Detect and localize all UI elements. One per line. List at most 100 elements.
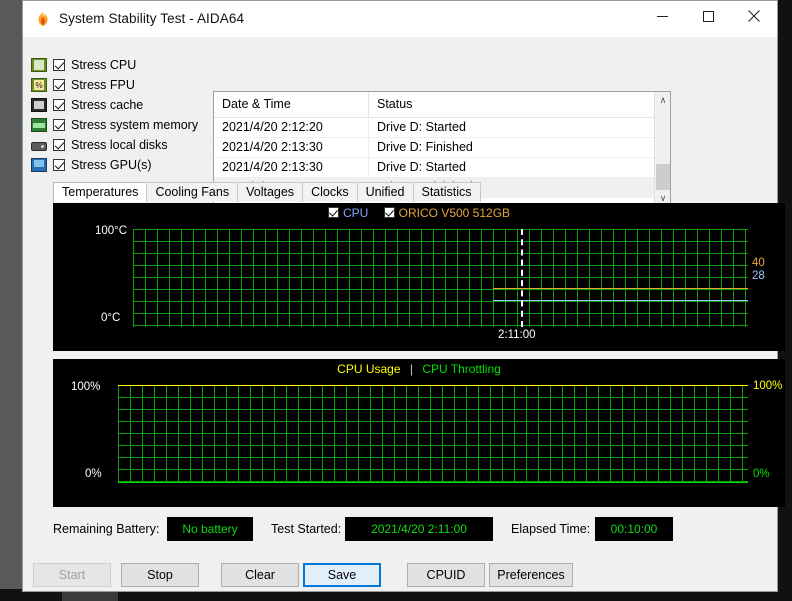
cell-status: Drive D: Started bbox=[377, 160, 466, 174]
cpu-chip-icon bbox=[31, 58, 47, 72]
series-line-cpu-throttling bbox=[118, 482, 748, 483]
elapsed-time-value: 00:10:00 bbox=[595, 517, 673, 541]
temperature-plot-area[interactable] bbox=[133, 229, 748, 327]
table-row[interactable]: 2021/4/20 2:13:30 Drive D: Started bbox=[214, 158, 670, 178]
stress-option-gpu[interactable]: Stress GPU(s) bbox=[31, 155, 201, 175]
window-title: System Stability Test - AIDA64 bbox=[59, 11, 245, 26]
tab-voltages[interactable]: Voltages bbox=[237, 182, 304, 202]
column-header-status: Status bbox=[377, 97, 413, 111]
gpu-monitor-icon bbox=[31, 158, 47, 172]
temperature-chart-legend: CPU ORICO V500 512GB bbox=[53, 206, 785, 220]
y-axis-top-left-label: 100% bbox=[71, 381, 101, 393]
cpu-usage-chart: CPU Usage | CPU Throttling 100% 0% 100% … bbox=[53, 359, 785, 507]
stop-button[interactable]: Stop bbox=[121, 563, 199, 587]
close-icon bbox=[748, 10, 760, 22]
battery-label: Remaining Battery: bbox=[53, 522, 160, 536]
aida64-stability-test-window: System Stability Test - AIDA64 Stress CP… bbox=[22, 0, 785, 592]
flame-icon bbox=[38, 12, 48, 26]
legend-item-cpu[interactable]: CPU bbox=[327, 206, 369, 220]
cell-datetime: 2021/4/20 2:13:30 bbox=[214, 158, 369, 177]
series-line-cpu bbox=[493, 300, 748, 301]
cpuid-button[interactable]: CPUID bbox=[407, 563, 485, 587]
stress-option-label: Stress cache bbox=[71, 98, 144, 112]
stress-option-label: Stress system memory bbox=[71, 118, 199, 132]
stress-option-fpu[interactable]: % Stress FPU bbox=[31, 75, 201, 95]
desktop-left-strip bbox=[0, 0, 22, 601]
stress-option-memory[interactable]: Stress system memory bbox=[31, 115, 201, 135]
start-button[interactable]: Start bbox=[33, 563, 111, 587]
cache-chip-icon bbox=[31, 98, 47, 112]
table-row[interactable]: 2021/4/20 2:12:20 Drive D: Started bbox=[214, 118, 670, 138]
tab-statistics[interactable]: Statistics bbox=[412, 182, 481, 202]
tab-bar: Temperatures Cooling Fans Voltages Clock… bbox=[53, 182, 753, 202]
hard-disk-icon bbox=[31, 142, 47, 151]
table-row[interactable]: 2021/4/20 2:13:30 Drive D: Finished bbox=[214, 138, 670, 158]
button-bar: Start Stop Clear Save CPUID Preferences bbox=[23, 563, 779, 591]
table-header-row: Date & Time Status bbox=[214, 92, 670, 118]
cell-status: Drive D: Finished bbox=[377, 140, 473, 154]
maximize-icon bbox=[702, 10, 714, 22]
scroll-up-icon[interactable]: ∧ bbox=[655, 92, 670, 108]
stress-options-list: Stress CPU % Stress FPU Stress cache Str… bbox=[31, 55, 201, 175]
stress-cache-checkbox[interactable] bbox=[53, 99, 65, 111]
temperature-chart: CPU ORICO V500 512GB 100°C 0°C 40 28 2:1… bbox=[53, 203, 785, 351]
save-button[interactable]: Save bbox=[303, 563, 381, 587]
tab-temperatures[interactable]: Temperatures bbox=[53, 182, 148, 202]
legend-separator: | bbox=[409, 362, 413, 376]
maximize-button[interactable] bbox=[685, 1, 731, 31]
cpu-usage-chart-legend: CPU Usage | CPU Throttling bbox=[53, 362, 785, 376]
stress-gpu-checkbox[interactable] bbox=[53, 159, 65, 171]
top-panel: Stress CPU % Stress FPU Stress cache Str… bbox=[23, 37, 777, 207]
status-bar: Remaining Battery: No battery Test Start… bbox=[53, 517, 773, 543]
y-axis-bottom-left-label: 0% bbox=[85, 468, 102, 480]
minimize-icon bbox=[656, 15, 668, 17]
chart-gridlines bbox=[133, 229, 748, 327]
legend-cpu-checkbox[interactable] bbox=[327, 207, 339, 218]
legend-item-orico[interactable]: ORICO V500 512GB bbox=[383, 206, 511, 220]
stress-memory-checkbox[interactable] bbox=[53, 119, 65, 131]
stress-option-label: Stress GPU(s) bbox=[71, 158, 152, 172]
y-axis-bottom-right-label: 0% bbox=[753, 468, 770, 480]
series-line-orico bbox=[493, 288, 748, 289]
series-line-cpu-usage bbox=[118, 385, 748, 386]
cell-datetime: 2021/4/20 2:13:30 bbox=[214, 138, 369, 157]
stress-option-cache[interactable]: Stress cache bbox=[31, 95, 201, 115]
title-bar: System Stability Test - AIDA64 bbox=[23, 1, 777, 37]
stress-disks-checkbox[interactable] bbox=[53, 139, 65, 151]
memory-module-icon bbox=[31, 118, 47, 132]
x-axis-tick-label: 2:11:00 bbox=[498, 329, 536, 341]
stress-option-disks[interactable]: Stress local disks bbox=[31, 135, 201, 155]
legend-label-cpu-usage[interactable]: CPU Usage bbox=[337, 362, 400, 376]
test-started-value: 2021/4/20 2:11:00 bbox=[345, 517, 493, 541]
legend-orico-checkbox[interactable] bbox=[383, 207, 395, 218]
stress-option-label: Stress local disks bbox=[71, 138, 168, 152]
cell-status: Drive D: Started bbox=[377, 120, 466, 134]
clear-button[interactable]: Clear bbox=[221, 563, 299, 587]
y-axis-bottom-label: 0°C bbox=[101, 312, 121, 324]
column-header-datetime: Date & Time bbox=[214, 92, 369, 117]
minimize-button[interactable] bbox=[639, 1, 685, 31]
stress-option-cpu[interactable]: Stress CPU bbox=[31, 55, 201, 75]
stress-fpu-checkbox[interactable] bbox=[53, 79, 65, 91]
stress-option-label: Stress FPU bbox=[71, 78, 135, 92]
tab-cooling-fans[interactable]: Cooling Fans bbox=[146, 182, 239, 202]
tab-clocks[interactable]: Clocks bbox=[302, 182, 358, 202]
elapsed-time-label: Elapsed Time: bbox=[511, 522, 591, 536]
stress-option-label: Stress CPU bbox=[71, 58, 137, 72]
legend-label: ORICO V500 512GB bbox=[398, 206, 511, 220]
stress-cpu-checkbox[interactable] bbox=[53, 59, 65, 71]
legend-label-cpu-throttling[interactable]: CPU Throttling bbox=[422, 362, 500, 376]
time-marker-line bbox=[521, 229, 523, 327]
preferences-button[interactable]: Preferences bbox=[489, 563, 573, 587]
y-axis-top-right-label: 100% bbox=[753, 380, 783, 392]
cell-datetime: 2021/4/20 2:12:20 bbox=[214, 118, 369, 137]
chart-gridlines bbox=[118, 385, 748, 483]
close-button[interactable] bbox=[731, 1, 777, 31]
y-axis-top-label: 100°C bbox=[95, 225, 128, 237]
fpu-chip-icon: % bbox=[31, 78, 47, 92]
test-started-label: Test Started: bbox=[271, 522, 342, 536]
tab-unified[interactable]: Unified bbox=[356, 182, 414, 202]
legend-label: CPU bbox=[342, 206, 369, 220]
series-value-cpu: 28 bbox=[752, 270, 765, 282]
cpu-usage-plot-area[interactable] bbox=[118, 385, 748, 483]
